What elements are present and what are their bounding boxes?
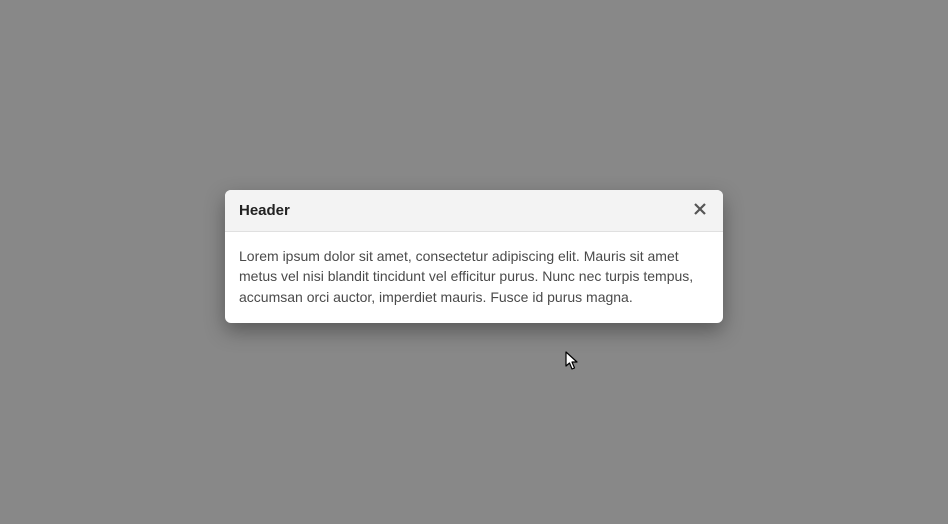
cursor-icon [565,351,581,376]
dialog-title: Header [239,202,290,219]
dialog-body: Lorem ipsum dolor sit amet, consectetur … [225,232,723,323]
close-icon [693,202,707,219]
dialog: Header Lorem ipsum dolor sit amet, conse… [225,190,723,323]
close-button[interactable] [691,200,709,221]
dialog-header: Header [225,190,723,232]
